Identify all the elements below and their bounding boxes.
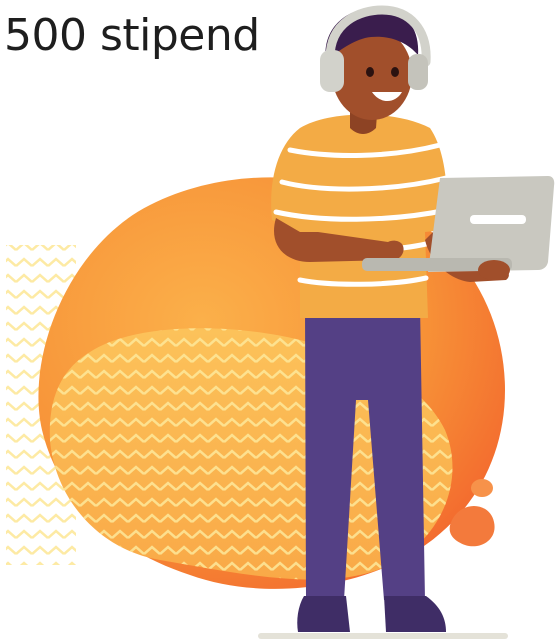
right-shoe [384,596,446,632]
caption-text: 500 stipend [4,10,260,61]
right-eye [391,67,399,77]
left-shoe [297,596,350,632]
small-bubble [471,479,493,497]
left-eye [366,67,374,77]
ground-line [258,633,508,639]
illustration [6,5,555,639]
illustration-stage: 500 stipend [0,0,555,642]
right-hand [478,260,510,280]
person [271,5,555,632]
